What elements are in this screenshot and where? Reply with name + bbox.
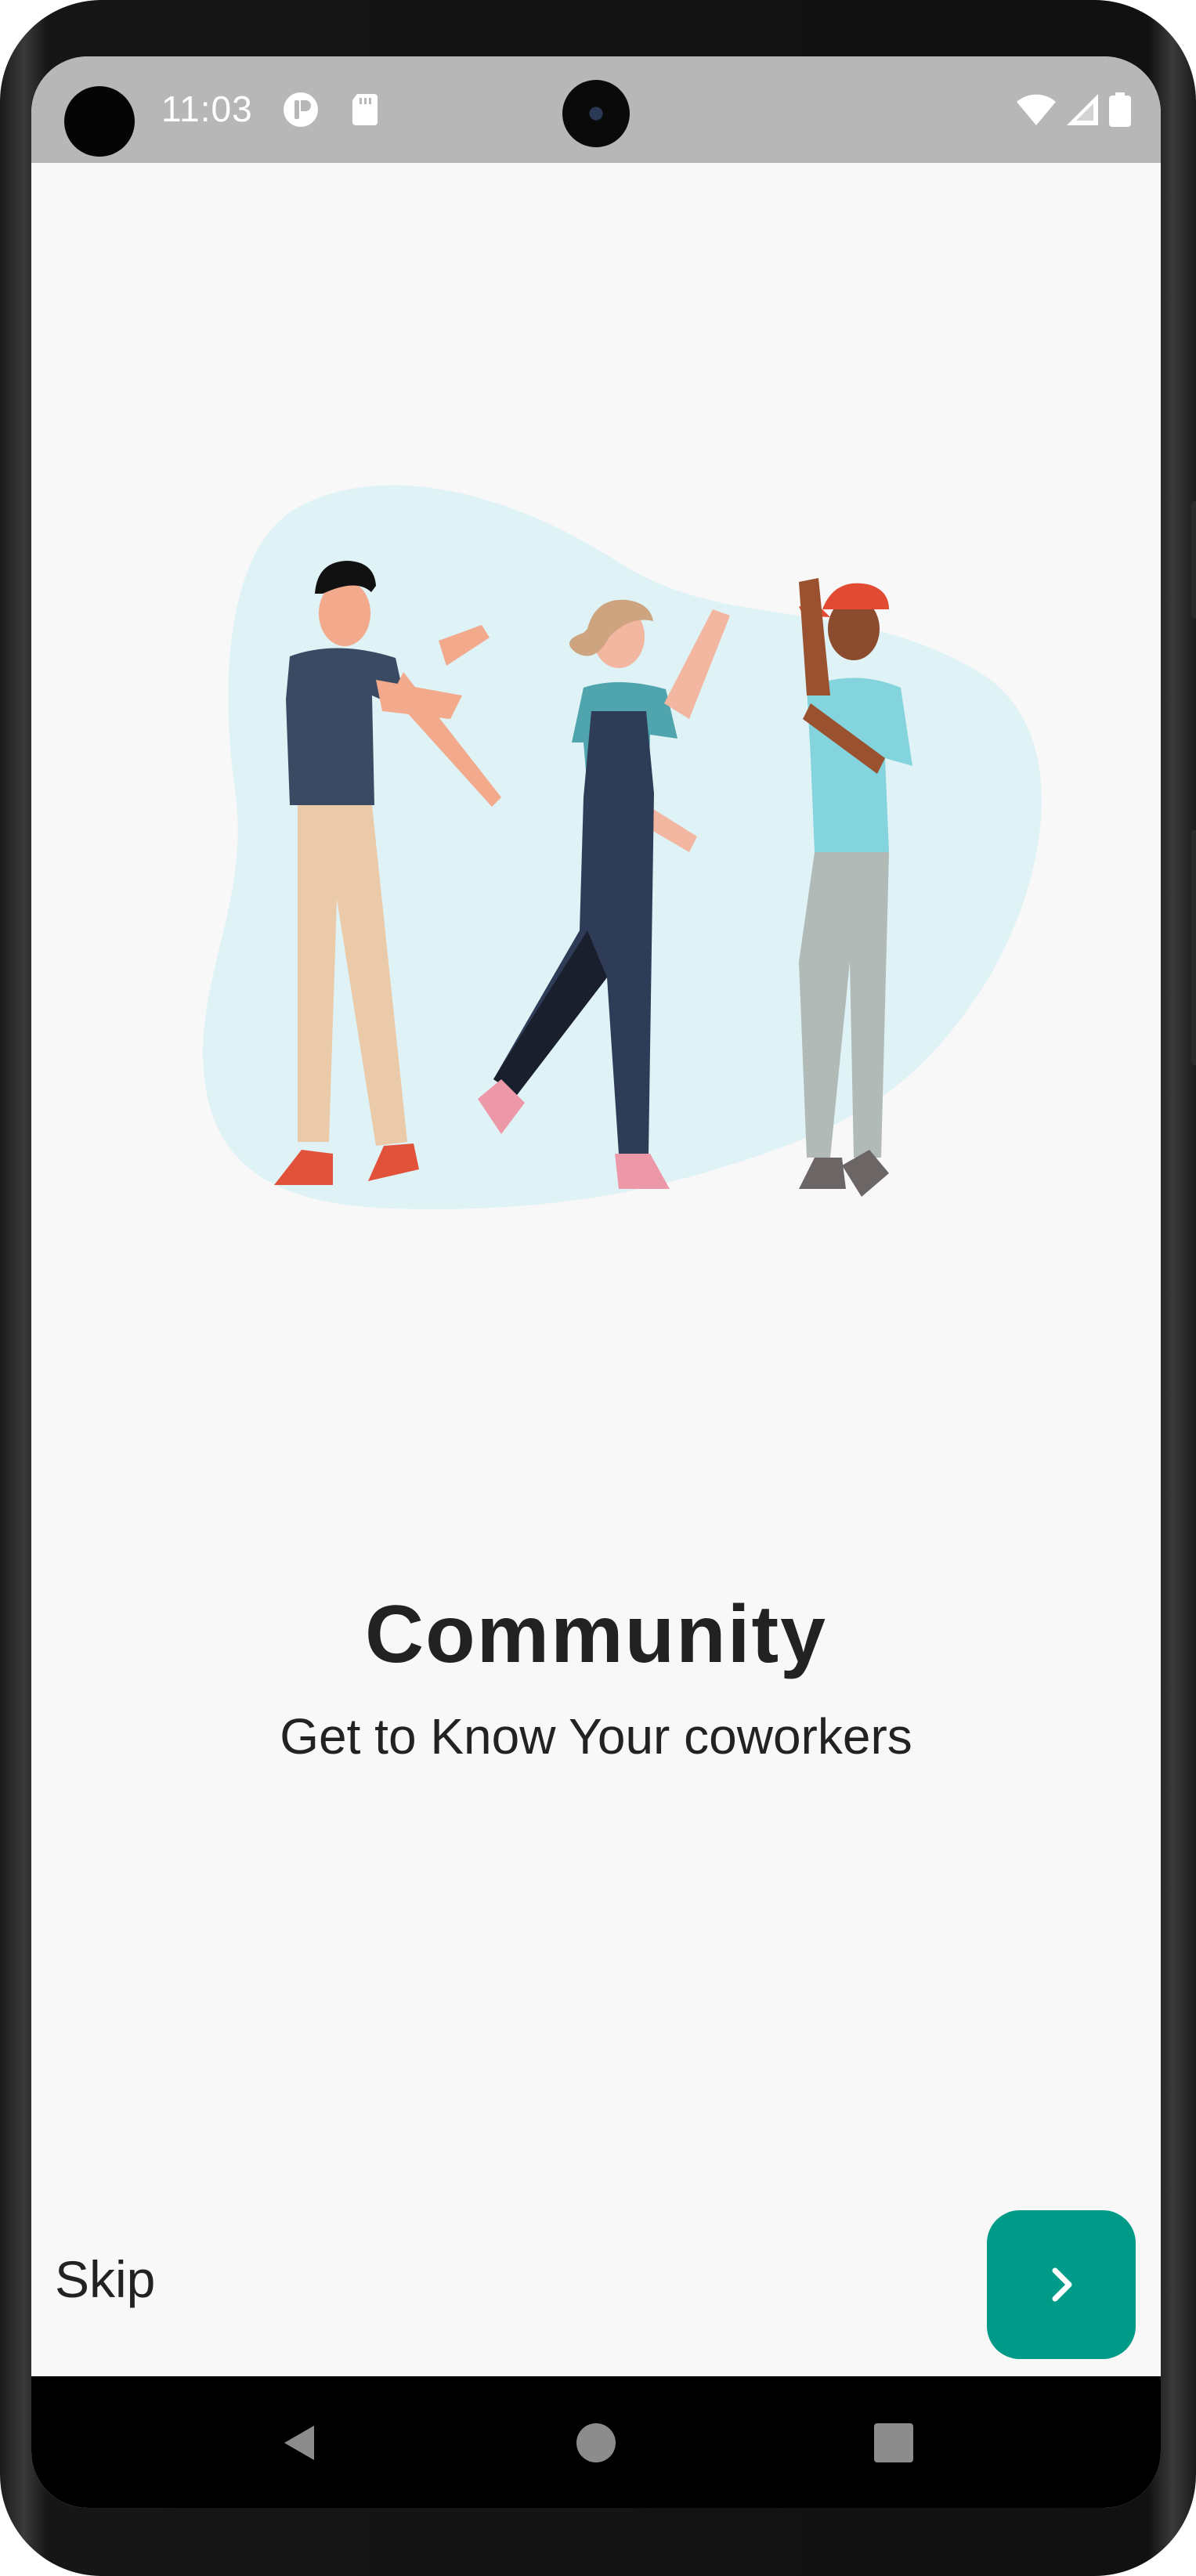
next-button[interactable] bbox=[987, 2210, 1136, 2359]
back-icon bbox=[284, 2426, 314, 2460]
power-button bbox=[1191, 830, 1196, 1065]
navigation-bar bbox=[31, 2376, 1161, 2508]
wifi-icon bbox=[1017, 94, 1056, 125]
screen: 11:03 Community Get to Know Your coworke… bbox=[31, 56, 1161, 2508]
front-camera bbox=[562, 80, 630, 147]
recents-button[interactable] bbox=[858, 2408, 929, 2478]
skip-button[interactable]: Skip bbox=[55, 2249, 155, 2309]
status-time: 11:03 bbox=[161, 89, 253, 129]
page-title: Community bbox=[365, 1589, 827, 1680]
volume-button bbox=[1191, 501, 1196, 619]
home-icon bbox=[576, 2423, 616, 2462]
page-subtitle: Get to Know Your coworkers bbox=[280, 1708, 912, 1765]
app-notification-icon bbox=[284, 92, 318, 127]
sd-card-icon bbox=[352, 94, 378, 125]
home-button[interactable] bbox=[561, 2408, 631, 2478]
three-people-community-illustration bbox=[203, 485, 1042, 1209]
cell-signal-icon bbox=[1067, 94, 1098, 125]
status-bar: 11:03 bbox=[31, 56, 1161, 163]
chevron-right-icon bbox=[1052, 2267, 1072, 2302]
recents-icon bbox=[874, 2423, 913, 2462]
battery-icon bbox=[1109, 92, 1131, 127]
onboarding-page: Community Get to Know Your coworkers Ski… bbox=[31, 163, 1161, 2425]
back-button[interactable] bbox=[263, 2408, 334, 2478]
camera-cutout bbox=[64, 86, 135, 157]
